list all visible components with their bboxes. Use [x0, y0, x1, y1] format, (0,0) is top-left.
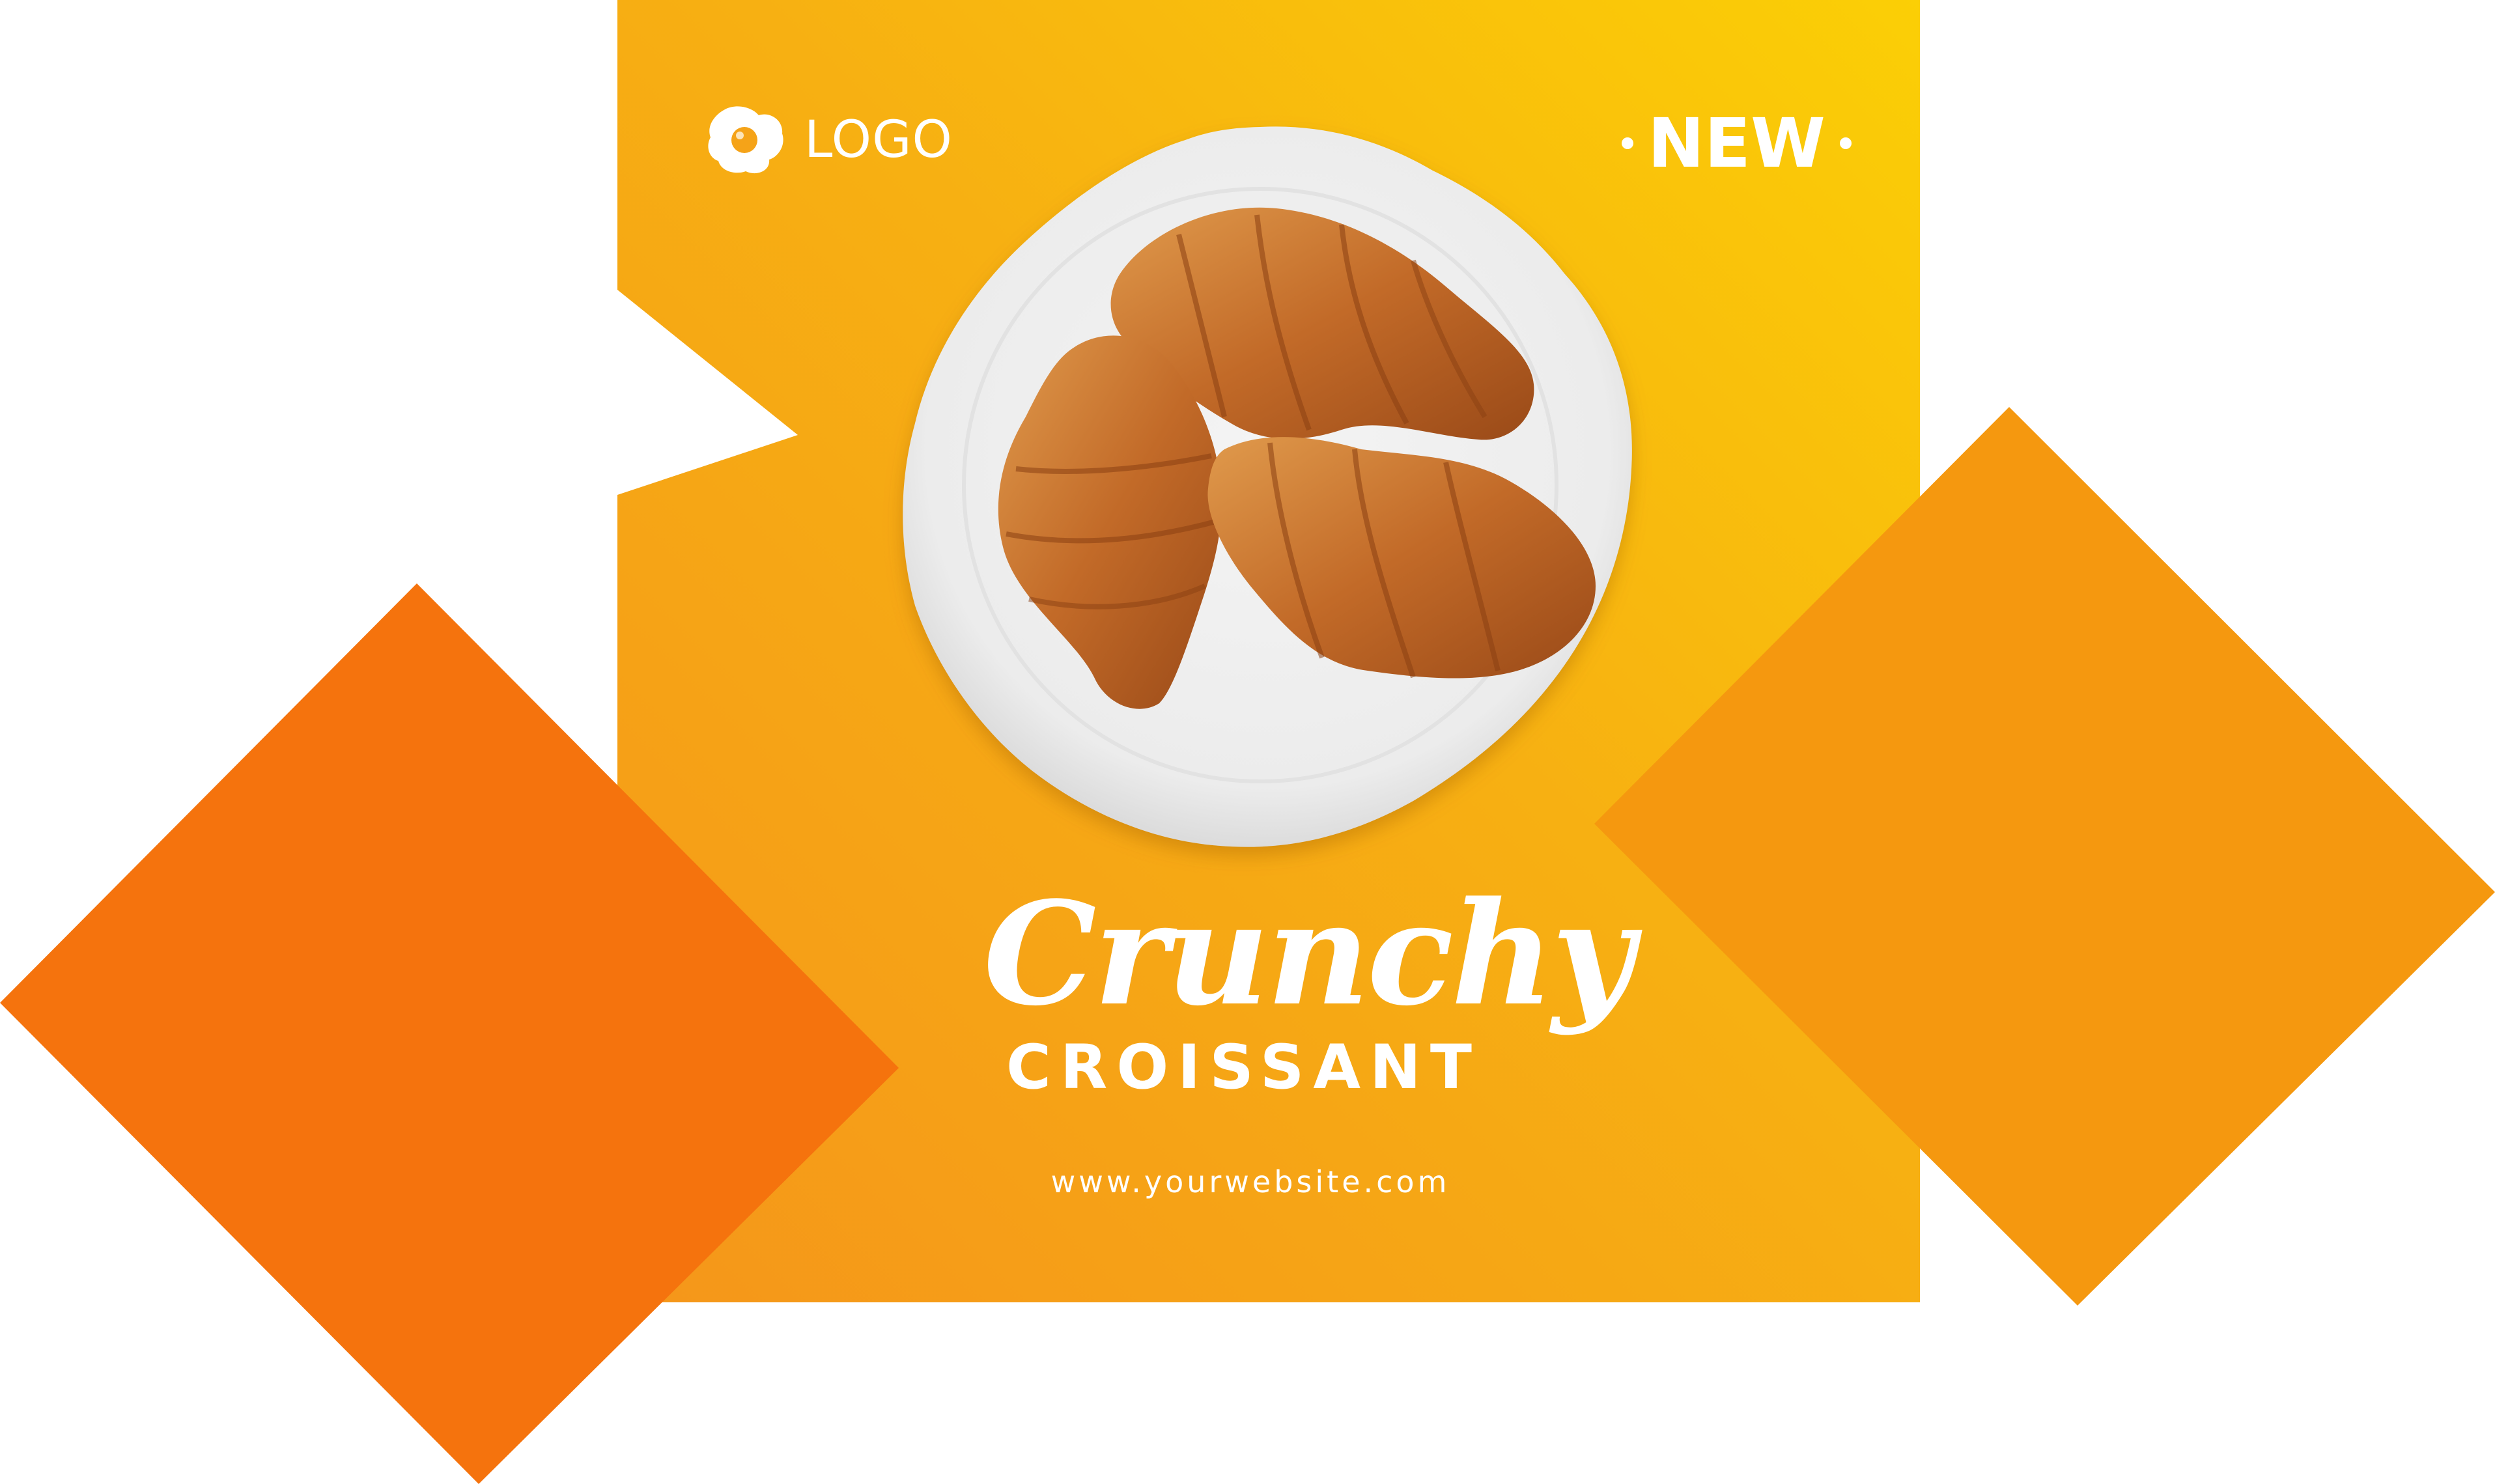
website-link[interactable]: www.yourwebsite.com [1016, 1162, 1485, 1201]
poster-graphics [0, 0, 2495, 1484]
headline-sub: CROISSANT [1006, 1032, 1481, 1103]
new-badge: NEW [1622, 104, 1852, 182]
brand-logo[interactable]: LOGO [707, 101, 953, 179]
dot-right-icon [1839, 137, 1852, 149]
dot-left-icon [1622, 137, 1633, 149]
logo-text: LOGO [804, 111, 953, 169]
new-badge-text: NEW [1648, 104, 1825, 183]
fried-egg-icon [708, 106, 783, 174]
headline-script: Crunchy [983, 871, 1634, 1037]
